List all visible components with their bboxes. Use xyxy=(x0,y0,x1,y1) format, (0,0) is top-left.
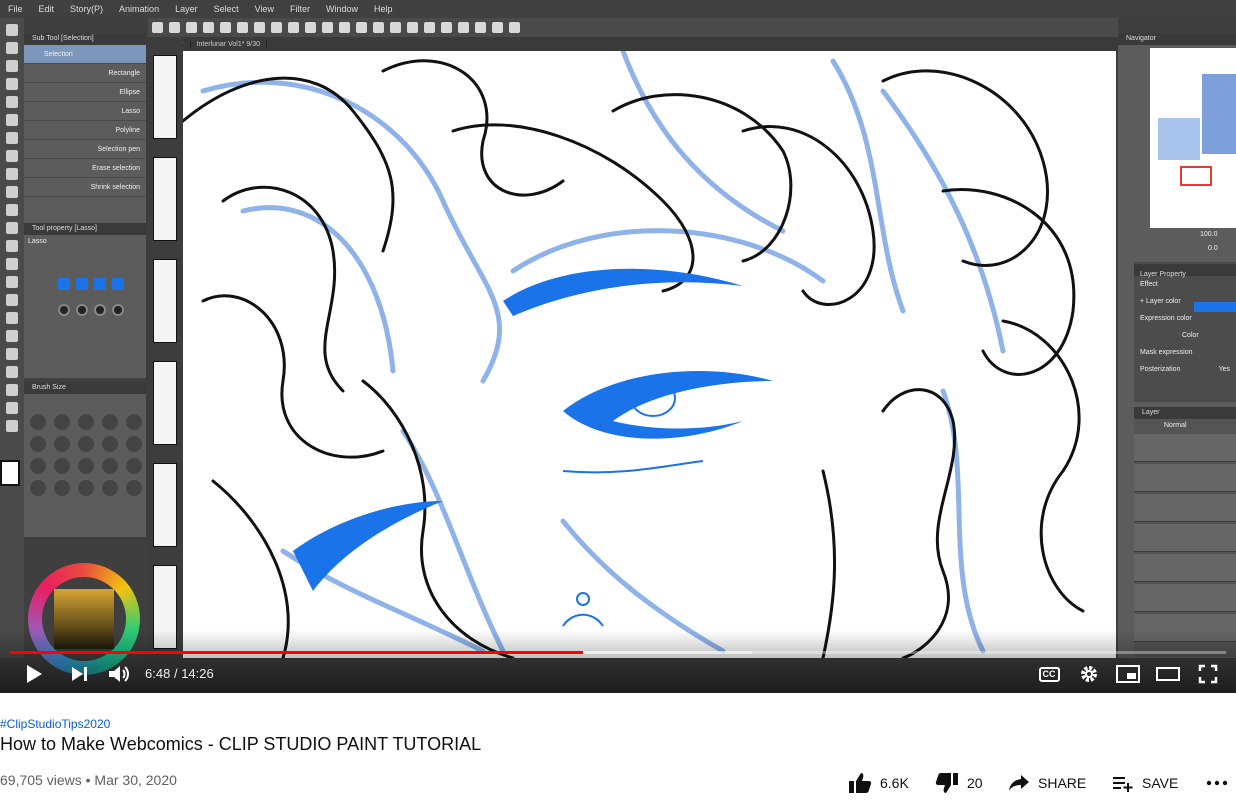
share-label: SHARE xyxy=(1038,775,1087,791)
dislike-button[interactable]: 20 xyxy=(935,770,983,796)
csp-tab: Interlunar Vol1* 9/30 xyxy=(191,40,268,48)
fullscreen-icon xyxy=(1198,664,1218,684)
thumbs-down-icon xyxy=(935,773,958,793)
csp-menu-item: Window xyxy=(325,4,358,14)
like-button[interactable]: 6.6K xyxy=(848,770,909,796)
navigator-angle: 0.0 xyxy=(1208,245,1218,252)
like-count: 6.6K xyxy=(880,775,909,791)
layer-property-title: Layer Property xyxy=(1134,264,1236,278)
progress-bar[interactable] xyxy=(10,651,1226,654)
miniplayer-button[interactable] xyxy=(1115,663,1141,685)
csp-menu-bar: File Edit Story(P) Animation Layer Selec… xyxy=(0,0,1236,18)
csp-menu-item: Edit xyxy=(38,4,55,14)
settings-button[interactable] xyxy=(1076,663,1102,685)
settings-icon xyxy=(1081,666,1097,682)
play-icon xyxy=(27,665,42,683)
subtool-panel-title: Sub Tool [Selection] xyxy=(24,33,146,45)
layer-panel-title: Layer xyxy=(1134,407,1236,419)
navigator-title: Navigator xyxy=(1118,33,1236,45)
csp-brush-size-panel: Brush Size xyxy=(24,382,146,537)
progress-played xyxy=(10,651,583,654)
csp-menu-item: View xyxy=(254,4,274,14)
thumbs-up-icon xyxy=(849,773,872,793)
volume-icon xyxy=(109,666,129,682)
theater-mode-button[interactable] xyxy=(1155,663,1181,685)
csp-canvas-tabs: Interlunar Interlunar Vol1* 9/30 xyxy=(148,37,1118,51)
csp-page-strip xyxy=(146,37,183,658)
volume-button[interactable] xyxy=(106,663,132,685)
captions-icon: CC xyxy=(1038,666,1060,682)
time-display: 6:48 / 14:26 xyxy=(145,666,214,681)
subtool-item: Lasso xyxy=(24,102,146,121)
theater-icon xyxy=(1156,667,1180,681)
layer-blend-mode: Normal xyxy=(1164,422,1187,429)
layer-property-panel: Layer Property Effect + Layer color Expr… xyxy=(1134,262,1236,402)
csp-menu-item: Story(P) xyxy=(70,4,104,14)
save-button[interactable]: SAVE xyxy=(1112,770,1178,796)
publish-date: Mar 30, 2020 xyxy=(94,772,177,788)
subtool-item: Ellipse xyxy=(24,83,146,102)
share-button[interactable]: SHARE xyxy=(1008,770,1086,796)
brush-size-title: Brush Size xyxy=(24,382,146,394)
meta-separator: • xyxy=(85,772,91,788)
tool-property-tool: Lasso xyxy=(28,238,47,245)
captions-button[interactable]: CC xyxy=(1036,663,1062,685)
next-button[interactable] xyxy=(68,663,92,685)
csp-menu-item: Filter xyxy=(289,4,310,14)
layer-color-bar xyxy=(1194,302,1236,312)
more-actions-button[interactable] xyxy=(1206,770,1228,796)
layer-property-posterization-value: Yes xyxy=(1218,366,1230,373)
csp-tool-bar xyxy=(0,18,24,658)
layer-property-mask-expression: Mask expression xyxy=(1140,349,1193,356)
subtool-item: Rectangle xyxy=(24,64,146,83)
csp-menu-item: Help xyxy=(373,4,393,14)
layer-panel: Layer Normal xyxy=(1134,407,1236,657)
playlist-add-icon xyxy=(1113,777,1133,792)
current-time: 6:48 xyxy=(145,666,171,681)
navigator-zoom: 100.0 xyxy=(1200,231,1218,238)
csp-menu-item: Select xyxy=(213,4,239,14)
subtool-item: Polyline xyxy=(24,121,146,140)
csp-menu-item: Animation xyxy=(119,4,160,14)
layer-property-color-value: Color xyxy=(1182,332,1199,339)
subtool-group: Selection xyxy=(24,45,146,64)
tool-property-title: Tool property [Lasso] xyxy=(24,223,146,235)
share-icon xyxy=(1009,775,1029,791)
fullscreen-button[interactable] xyxy=(1195,663,1221,685)
more-horizontal-icon xyxy=(1206,780,1228,786)
video-player[interactable]: File Edit Story(P) Animation Layer Selec… xyxy=(0,0,1236,693)
drawing-canvas xyxy=(183,51,1116,658)
csp-subtool-panel: Sub Tool [Selection] Selection Rectangle… xyxy=(24,33,146,223)
csp-menu-item: File xyxy=(8,4,23,14)
miniplayer-icon xyxy=(1116,665,1140,683)
csp-command-bar xyxy=(148,18,1118,37)
video-title: How to Make Webcomics - CLIP STUDIO PAIN… xyxy=(0,734,482,754)
duration: 14:26 xyxy=(181,666,214,681)
line-art-illustration xyxy=(183,51,1085,658)
time-separator: / xyxy=(173,666,178,681)
subtool-item: Selection pen xyxy=(24,140,146,159)
subtool-item: Shrink selection xyxy=(24,178,146,197)
navigator-preview xyxy=(1150,48,1236,228)
next-icon xyxy=(72,667,87,681)
csp-tool-property-panel: Tool property [Lasso] Lasso xyxy=(24,223,146,378)
hashtag-link[interactable]: #ClipStudioTips2020 xyxy=(0,717,110,731)
dislike-count: 20 xyxy=(967,775,983,791)
csp-menu-item: Layer xyxy=(175,4,198,14)
layer-property-posterization: Posterization xyxy=(1140,366,1181,373)
layer-property-expression-color: Expression color xyxy=(1140,315,1192,322)
video-meta: 69,705 views • Mar 30, 2020 xyxy=(0,772,177,788)
foreground-color-swatch xyxy=(0,460,20,486)
subtool-item: Erase selection xyxy=(24,159,146,178)
play-button[interactable] xyxy=(22,663,46,685)
save-label: SAVE xyxy=(1142,775,1179,791)
view-count: 69,705 views xyxy=(0,772,82,788)
